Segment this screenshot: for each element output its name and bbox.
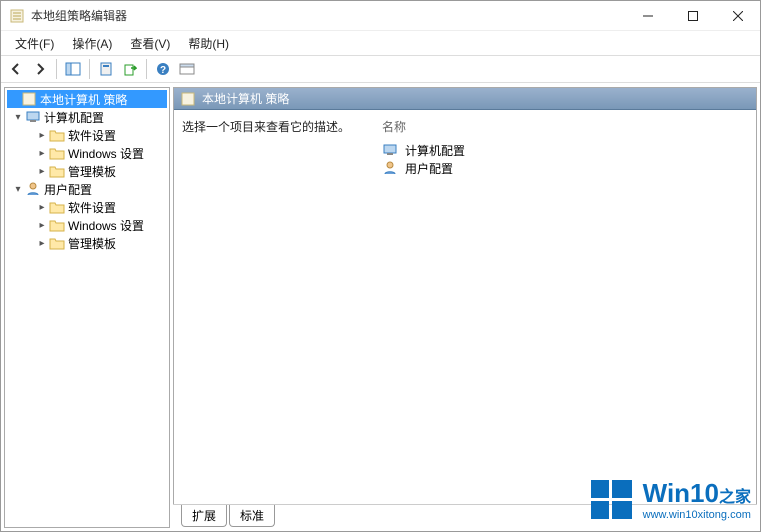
- tree-label: 软件设置: [68, 127, 116, 144]
- svg-text:?: ?: [160, 65, 166, 76]
- toolbar-separator: [146, 59, 147, 79]
- list-label: 计算机配置: [405, 142, 465, 159]
- maximize-button[interactable]: [670, 1, 715, 30]
- app-icon: [9, 8, 25, 24]
- details-header: 本地计算机 策略: [174, 88, 756, 110]
- menu-action[interactable]: 操作(A): [64, 33, 120, 54]
- tree-computer-config[interactable]: ▾ 计算机配置: [7, 108, 167, 126]
- list-item[interactable]: 用户配置: [382, 159, 748, 177]
- watermark-suffix: 之家: [719, 489, 751, 506]
- titlebar: 本地组策略编辑器: [1, 1, 760, 31]
- chevron-right-icon[interactable]: ▸: [35, 130, 49, 141]
- list-label: 用户配置: [405, 160, 453, 177]
- tree-item[interactable]: ▸ 管理模板: [7, 162, 167, 180]
- tree-label: Windows 设置: [68, 145, 144, 162]
- toolbar-separator: [56, 59, 57, 79]
- help-button[interactable]: ?: [152, 58, 174, 80]
- properties-button[interactable]: [95, 58, 117, 80]
- tree-item[interactable]: ▸ 软件设置: [7, 198, 167, 216]
- tree-label: 本地计算机 策略: [40, 91, 127, 108]
- details-title: 本地计算机 策略: [202, 90, 289, 107]
- folder-icon: [49, 163, 65, 179]
- user-icon: [25, 181, 41, 197]
- tab-extended[interactable]: 扩展: [181, 505, 227, 527]
- settings-button[interactable]: [176, 58, 198, 80]
- chevron-down-icon[interactable]: ▾: [11, 184, 25, 195]
- nav-tree[interactable]: 本地计算机 策略 ▾ 计算机配置 ▸ 软件设置 ▸ Windows 设置 ▸: [4, 87, 170, 528]
- tree-item[interactable]: ▸ Windows 设置: [7, 216, 167, 234]
- tree-user-config[interactable]: ▾ 用户配置: [7, 180, 167, 198]
- chevron-right-icon[interactable]: ▸: [35, 166, 49, 177]
- details-panel: 本地计算机 策略 选择一个项目来查看它的描述。 名称 计算机配置: [173, 87, 757, 505]
- close-button[interactable]: [715, 1, 760, 30]
- back-button[interactable]: [5, 58, 27, 80]
- menu-help[interactable]: 帮助(H): [180, 33, 237, 54]
- tree-label: 计算机配置: [44, 109, 104, 126]
- tree-item[interactable]: ▸ Windows 设置: [7, 144, 167, 162]
- tree-item[interactable]: ▸ 管理模板: [7, 234, 167, 252]
- tree-label: 管理模板: [68, 235, 116, 252]
- chevron-right-icon[interactable]: ▸: [35, 220, 49, 231]
- windows-logo-icon: [589, 476, 635, 522]
- policy-doc-icon: [21, 91, 37, 107]
- watermark-brand: Win10: [643, 478, 719, 508]
- chevron-right-icon[interactable]: ▸: [35, 148, 49, 159]
- menubar: 文件(F) 操作(A) 查看(V) 帮助(H): [1, 31, 760, 55]
- folder-icon: [49, 217, 65, 233]
- folder-icon: [49, 235, 65, 251]
- folder-icon: [49, 127, 65, 143]
- computer-icon: [25, 109, 41, 125]
- chevron-down-icon[interactable]: ▾: [11, 112, 25, 123]
- menu-file[interactable]: 文件(F): [7, 33, 62, 54]
- watermark-url: www.win10xitong.com: [643, 509, 751, 521]
- folder-icon: [49, 145, 65, 161]
- watermark: Win10之家 www.win10xitong.com: [589, 476, 751, 522]
- minimize-button[interactable]: [625, 1, 670, 30]
- tree-label: 管理模板: [68, 163, 116, 180]
- tab-standard[interactable]: 标准: [229, 505, 275, 527]
- export-button[interactable]: [119, 58, 141, 80]
- tree-item[interactable]: ▸ 软件设置: [7, 126, 167, 144]
- forward-button[interactable]: [29, 58, 51, 80]
- user-icon: [382, 160, 398, 176]
- folder-icon: [49, 199, 65, 215]
- computer-icon: [382, 142, 398, 158]
- tree-label: 软件设置: [68, 199, 116, 216]
- tree-label: 用户配置: [44, 181, 92, 198]
- menu-view[interactable]: 查看(V): [122, 33, 178, 54]
- toolbar-separator: [89, 59, 90, 79]
- toolbar: ?: [1, 55, 760, 83]
- window-title: 本地组策略编辑器: [31, 7, 625, 24]
- policy-doc-icon: [180, 91, 196, 107]
- list-item[interactable]: 计算机配置: [382, 141, 748, 159]
- content-area: 本地计算机 策略 ▾ 计算机配置 ▸ 软件设置 ▸ Windows 设置 ▸: [1, 83, 760, 531]
- column-header-name[interactable]: 名称: [382, 118, 748, 135]
- tree-label: Windows 设置: [68, 217, 144, 234]
- tree-root[interactable]: 本地计算机 策略: [7, 90, 167, 108]
- chevron-right-icon[interactable]: ▸: [35, 202, 49, 213]
- description-hint: 选择一个项目来查看它的描述。: [182, 118, 372, 135]
- chevron-right-icon[interactable]: ▸: [35, 238, 49, 249]
- show-tree-button[interactable]: [62, 58, 84, 80]
